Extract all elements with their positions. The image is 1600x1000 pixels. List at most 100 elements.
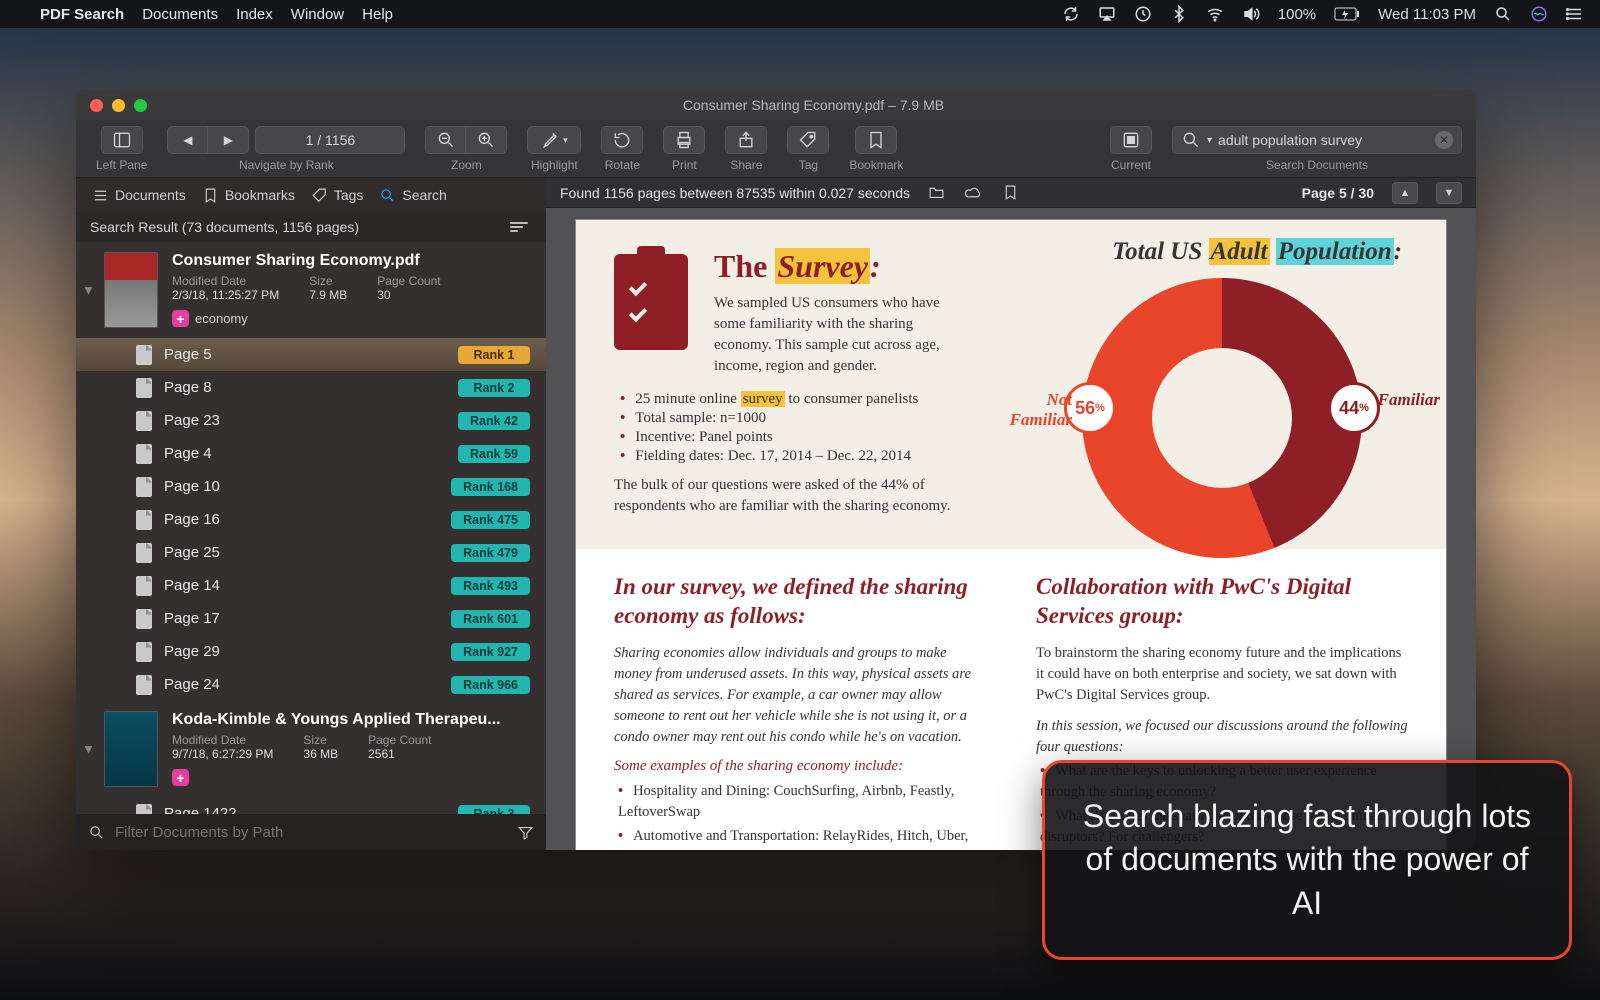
survey-para: The bulk of our questions were asked of … [614,475,974,517]
zoom-button[interactable] [134,99,147,112]
page-result-row[interactable]: Page 1422 Rank 3 [76,797,546,814]
rank-badge: Rank 2 [458,379,530,397]
battery-percent: 100% [1278,6,1316,23]
page-up-button[interactable]: ▲ [1392,182,1418,204]
menu-documents[interactable]: Documents [142,6,218,23]
prev-rank-button[interactable]: ◀ [168,127,208,153]
menubar-clock[interactable]: Wed 11:03 PM [1378,6,1476,23]
toolbar-label: Share [730,158,762,172]
zoom-out-button[interactable] [426,127,466,153]
close-button[interactable] [90,99,103,112]
airplay-icon[interactable] [1098,5,1116,23]
search-input[interactable] [1218,132,1429,148]
document-view[interactable]: The Survey: We sampled US consumers who … [546,208,1476,850]
page-icon [136,345,152,365]
app-name[interactable]: PDF Search [40,6,124,23]
rank-badge: Rank 493 [451,577,530,595]
document-title: Koda-Kimble & Youngs Applied Therapeu... [172,711,532,729]
pdf-page: The Survey: We sampled US consumers who … [576,220,1446,850]
current-button[interactable] [1111,127,1151,153]
promo-callout: Search blazing fast through lots of docu… [1042,760,1572,960]
folder-icon[interactable] [928,184,945,201]
tag-button[interactable] [788,127,828,153]
wifi-icon[interactable] [1206,5,1224,23]
toggle-left-pane-button[interactable] [102,127,142,153]
menu-window[interactable]: Window [291,6,344,23]
tab-search[interactable]: Search [379,187,446,204]
content-pane: Found 1156 pages between 87535 within 0.… [546,178,1476,850]
tab-tags[interactable]: Tags [311,187,364,204]
toolbar-label: Tag [799,158,818,172]
siri-icon[interactable] [1530,5,1548,23]
sync-icon[interactable] [1062,5,1080,23]
rank-badge: Rank 42 [458,412,530,430]
page-result-row[interactable]: Page 8 Rank 2 [76,371,546,404]
minimize-button[interactable] [112,99,125,112]
app-window: Consumer Sharing Economy.pdf – 7.9 MB Le… [76,90,1476,850]
page-result-row[interactable]: Page 10 Rank 168 [76,470,546,503]
mac-menubar: PDF Search Documents Index Window Help 1… [0,0,1600,28]
print-button[interactable] [664,127,704,153]
window-title: Consumer Sharing Economy.pdf – 7.9 MB [165,97,1462,113]
page-result-row[interactable]: Page 16 Rank 475 [76,503,546,536]
cloud-icon[interactable] [965,184,982,201]
found-text: Found 1156 pages between 87535 within 0.… [560,185,910,201]
filter-input[interactable] [115,824,507,841]
page-result-row[interactable]: Page 23 Rank 42 [76,404,546,437]
rank-badge: Rank 59 [458,445,530,463]
page-down-button[interactable]: ▼ [1436,182,1462,204]
page-result-row[interactable]: Page 29 Rank 927 [76,635,546,668]
bookmark-button[interactable] [856,127,896,153]
page-icon [136,378,152,398]
bluetooth-icon[interactable] [1170,5,1188,23]
page-icon [136,444,152,464]
volume-icon[interactable] [1242,5,1260,23]
highlight-button[interactable]: ▾ [528,127,580,153]
page-result-row[interactable]: Page 4 Rank 59 [76,437,546,470]
toolbar-label: Current [1111,158,1151,172]
page-result-row[interactable]: Page 5 Rank 1 [76,338,546,371]
timemachine-icon[interactable] [1134,5,1152,23]
page-icon [136,510,152,530]
disclosure-icon[interactable]: ▼ [82,742,95,757]
page-result-row[interactable]: Page 14 Rank 493 [76,569,546,602]
search-icon [88,824,105,841]
funnel-icon[interactable] [517,824,534,841]
page-result-row[interactable]: Page 25 Rank 479 [76,536,546,569]
share-button[interactable] [726,127,766,153]
spotlight-icon[interactable] [1494,5,1512,23]
rank-badge: Rank 475 [451,511,530,529]
rank-badge: Rank 966 [451,676,530,694]
found-bar: Found 1156 pages between 87535 within 0.… [546,178,1476,208]
page-icon [136,543,152,563]
menu-help[interactable]: Help [362,6,393,23]
search-field[interactable]: ▾ ✕ [1172,126,1462,154]
next-rank-button[interactable]: ▶ [208,127,248,153]
document-card[interactable]: ▼ Koda-Kimble & Youngs Applied Therapeu.… [76,701,546,797]
document-card[interactable]: ▼ Consumer Sharing Economy.pdf Modified … [76,242,546,338]
rotate-button[interactable] [602,127,642,153]
titlebar[interactable]: Consumer Sharing Economy.pdf – 7.9 MB [76,90,1476,120]
zoom-in-button[interactable] [466,127,506,153]
tab-bookmarks[interactable]: Bookmarks [202,187,295,204]
page-indicator[interactable]: 1 / 1156 [255,126,405,154]
clear-search-button[interactable]: ✕ [1435,131,1453,149]
menu-index[interactable]: Index [236,6,273,23]
sort-button[interactable] [510,218,532,236]
page-of: Page 5 / 30 [1302,185,1374,201]
document-tag[interactable]: + [172,769,532,786]
tab-documents[interactable]: Documents [92,187,186,204]
disclosure-icon[interactable]: ▼ [82,283,95,298]
document-tag[interactable]: +economy [172,310,532,327]
page-icon [136,609,152,629]
page-result-row[interactable]: Page 17 Rank 601 [76,602,546,635]
notification-center-icon[interactable] [1566,5,1584,23]
population-block: Total US Adult Population: 56% 44% Not F… [1022,238,1422,558]
toolbar-label: Navigate by Rank [239,158,334,172]
toolbar-label: Bookmark [849,158,903,172]
sidebar-tabs: Documents Bookmarks Tags Search [76,178,546,212]
page-result-row[interactable]: Page 24 Rank 966 [76,668,546,701]
toolbar-label: Rotate [605,158,640,172]
rank-badge: Rank 168 [451,478,530,496]
bookmark-icon[interactable] [1002,184,1019,201]
